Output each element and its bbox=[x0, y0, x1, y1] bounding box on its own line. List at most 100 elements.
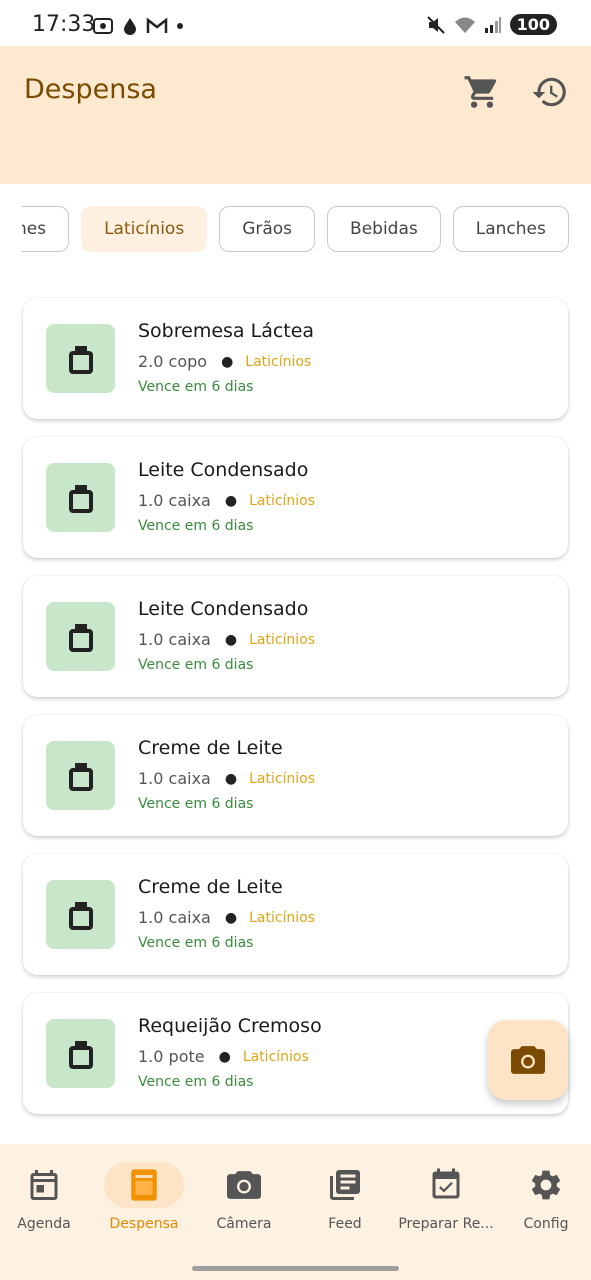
calendar-check-icon bbox=[432, 1168, 460, 1199]
mute-icon bbox=[426, 15, 445, 34]
item-thumbnail bbox=[46, 880, 115, 949]
item-thumbnail bbox=[46, 602, 115, 671]
item-thumbnail bbox=[46, 741, 115, 810]
status-time: 17:33 bbox=[32, 12, 96, 37]
wifi-icon bbox=[454, 17, 475, 33]
nav-agenda[interactable]: Agenda bbox=[0, 1162, 94, 1252]
nav-pill bbox=[204, 1162, 284, 1208]
status-notifications bbox=[92, 16, 184, 36]
item-meta: 1.0 caixa ● Laticínios bbox=[138, 908, 315, 927]
signal-icon bbox=[484, 16, 501, 33]
status-system: 100 bbox=[426, 14, 557, 35]
gear-icon bbox=[531, 1170, 561, 1200]
category-chips: Carnes Laticínios Grãos Bebidas Lanches bbox=[22, 206, 570, 254]
screen: 17:33 100 Despensa Carnes Laticínios Grã… bbox=[0, 0, 591, 1280]
nav-preparar-receita[interactable]: Preparar Re... bbox=[396, 1162, 496, 1252]
jar-icon bbox=[68, 1040, 93, 1069]
nav-feed[interactable]: Feed bbox=[295, 1162, 395, 1252]
gmail-icon bbox=[146, 17, 168, 33]
item-meta: 2.0 copo ● Laticínios bbox=[138, 352, 311, 371]
separator-dot: ● bbox=[224, 631, 238, 648]
item-expiry: Vence em 6 dias bbox=[138, 1074, 254, 1090]
item-thumbnail bbox=[46, 1019, 115, 1088]
item-category: Laticínios bbox=[249, 770, 316, 787]
list-item[interactable]: Requeijão Cremoso 1.0 pote ● Laticínios … bbox=[23, 993, 568, 1114]
item-name: Sobremesa Láctea bbox=[138, 320, 315, 342]
history-icon bbox=[532, 77, 566, 107]
feed-icon bbox=[330, 1170, 360, 1200]
item-quantity: 1.0 caixa bbox=[138, 769, 211, 788]
list-item[interactable]: Leite Condensado 1.0 caixa ● Laticínios … bbox=[23, 437, 568, 558]
history-button[interactable] bbox=[530, 72, 570, 112]
item-meta: 1.0 caixa ● Laticínios bbox=[138, 769, 315, 788]
chip-carnes[interactable]: Carnes bbox=[22, 206, 70, 252]
item-quantity: 1.0 pote bbox=[138, 1047, 205, 1066]
item-expiry: Vence em 6 dias bbox=[138, 379, 254, 395]
item-quantity: 1.0 caixa bbox=[138, 908, 211, 927]
item-expiry: Vence em 6 dias bbox=[138, 935, 254, 951]
separator-dot: ● bbox=[221, 353, 234, 370]
list-item[interactable]: Creme de Leite 1.0 caixa ● Laticínios Ve… bbox=[23, 715, 568, 836]
separator-dot: ● bbox=[224, 492, 238, 509]
shopping-cart-button[interactable] bbox=[462, 72, 502, 112]
drop-icon bbox=[124, 18, 136, 35]
bottom-nav: Agenda Despensa Câmera Feed Preparar Re.… bbox=[0, 1144, 591, 1280]
nav-pill bbox=[4, 1162, 84, 1208]
nav-pill bbox=[506, 1162, 586, 1208]
item-category: Laticínios bbox=[249, 909, 316, 926]
chip-laticinios[interactable]: Laticínios bbox=[81, 206, 208, 252]
item-quantity: 2.0 copo bbox=[138, 352, 208, 371]
separator-dot: ● bbox=[224, 909, 238, 926]
nav-camera[interactable]: Câmera bbox=[194, 1162, 294, 1252]
jar-icon bbox=[68, 484, 93, 513]
jar-icon bbox=[68, 762, 93, 791]
list-item[interactable]: Creme de Leite 1.0 caixa ● Laticínios Ve… bbox=[23, 854, 568, 975]
item-thumbnail bbox=[46, 463, 115, 532]
item-name: Creme de Leite bbox=[138, 876, 283, 898]
calendar-icon bbox=[30, 1170, 58, 1200]
chips-track: Carnes Laticínios Grãos Bebidas Lanches bbox=[22, 206, 569, 252]
camera-icon bbox=[227, 1171, 261, 1199]
separator-dot: ● bbox=[218, 1048, 231, 1065]
chip-lanches[interactable]: Lanches bbox=[452, 206, 569, 252]
item-meta: 1.0 caixa ● Laticínios bbox=[138, 491, 315, 510]
battery-indicator: 100 bbox=[509, 14, 557, 35]
item-thumbnail bbox=[46, 324, 115, 393]
jar-icon bbox=[68, 901, 93, 930]
nav-pill bbox=[305, 1162, 385, 1208]
item-meta: 1.0 pote ● Laticínios bbox=[138, 1047, 309, 1066]
item-meta: 1.0 caixa ● Laticínios bbox=[138, 630, 315, 649]
item-name: Leite Condensado bbox=[138, 459, 309, 481]
page-title: Despensa bbox=[24, 74, 157, 105]
screenshot-icon bbox=[93, 18, 113, 34]
item-category: Laticínios bbox=[249, 492, 316, 509]
pantry-icon bbox=[131, 1169, 157, 1201]
camera-fab[interactable] bbox=[488, 1020, 568, 1100]
chip-bebidas[interactable]: Bebidas bbox=[327, 206, 441, 252]
list-item[interactable]: Leite Condensado 1.0 caixa ● Laticínios … bbox=[23, 576, 568, 697]
item-quantity: 1.0 caixa bbox=[138, 491, 211, 510]
chip-graos[interactable]: Grãos bbox=[219, 206, 316, 252]
nav-config[interactable]: Config bbox=[496, 1162, 591, 1252]
jar-icon bbox=[68, 623, 93, 652]
item-name: Leite Condensado bbox=[138, 598, 309, 620]
item-expiry: Vence em 6 dias bbox=[138, 518, 254, 534]
item-expiry: Vence em 6 dias bbox=[138, 796, 254, 812]
dot-icon bbox=[177, 23, 183, 29]
item-name: Creme de Leite bbox=[138, 737, 283, 759]
nav-despensa[interactable]: Despensa bbox=[94, 1162, 194, 1252]
item-name: Requeijão Cremoso bbox=[138, 1015, 322, 1037]
item-quantity: 1.0 caixa bbox=[138, 630, 211, 649]
nav-label: Config bbox=[523, 1216, 569, 1232]
status-bar: 17:33 100 bbox=[0, 0, 591, 46]
camera-icon bbox=[511, 1046, 545, 1074]
cart-icon bbox=[464, 76, 497, 108]
item-category: Laticínios bbox=[249, 631, 316, 648]
item-category: Laticínios bbox=[245, 353, 312, 370]
nav-pill bbox=[104, 1162, 184, 1208]
list-item[interactable]: Sobremesa Láctea 2.0 copo ● Laticínios V… bbox=[23, 298, 568, 419]
item-expiry: Vence em 6 dias bbox=[138, 657, 254, 673]
home-indicator[interactable] bbox=[192, 1266, 399, 1271]
nav-pill bbox=[406, 1162, 486, 1208]
item-category: Laticínios bbox=[242, 1048, 309, 1065]
